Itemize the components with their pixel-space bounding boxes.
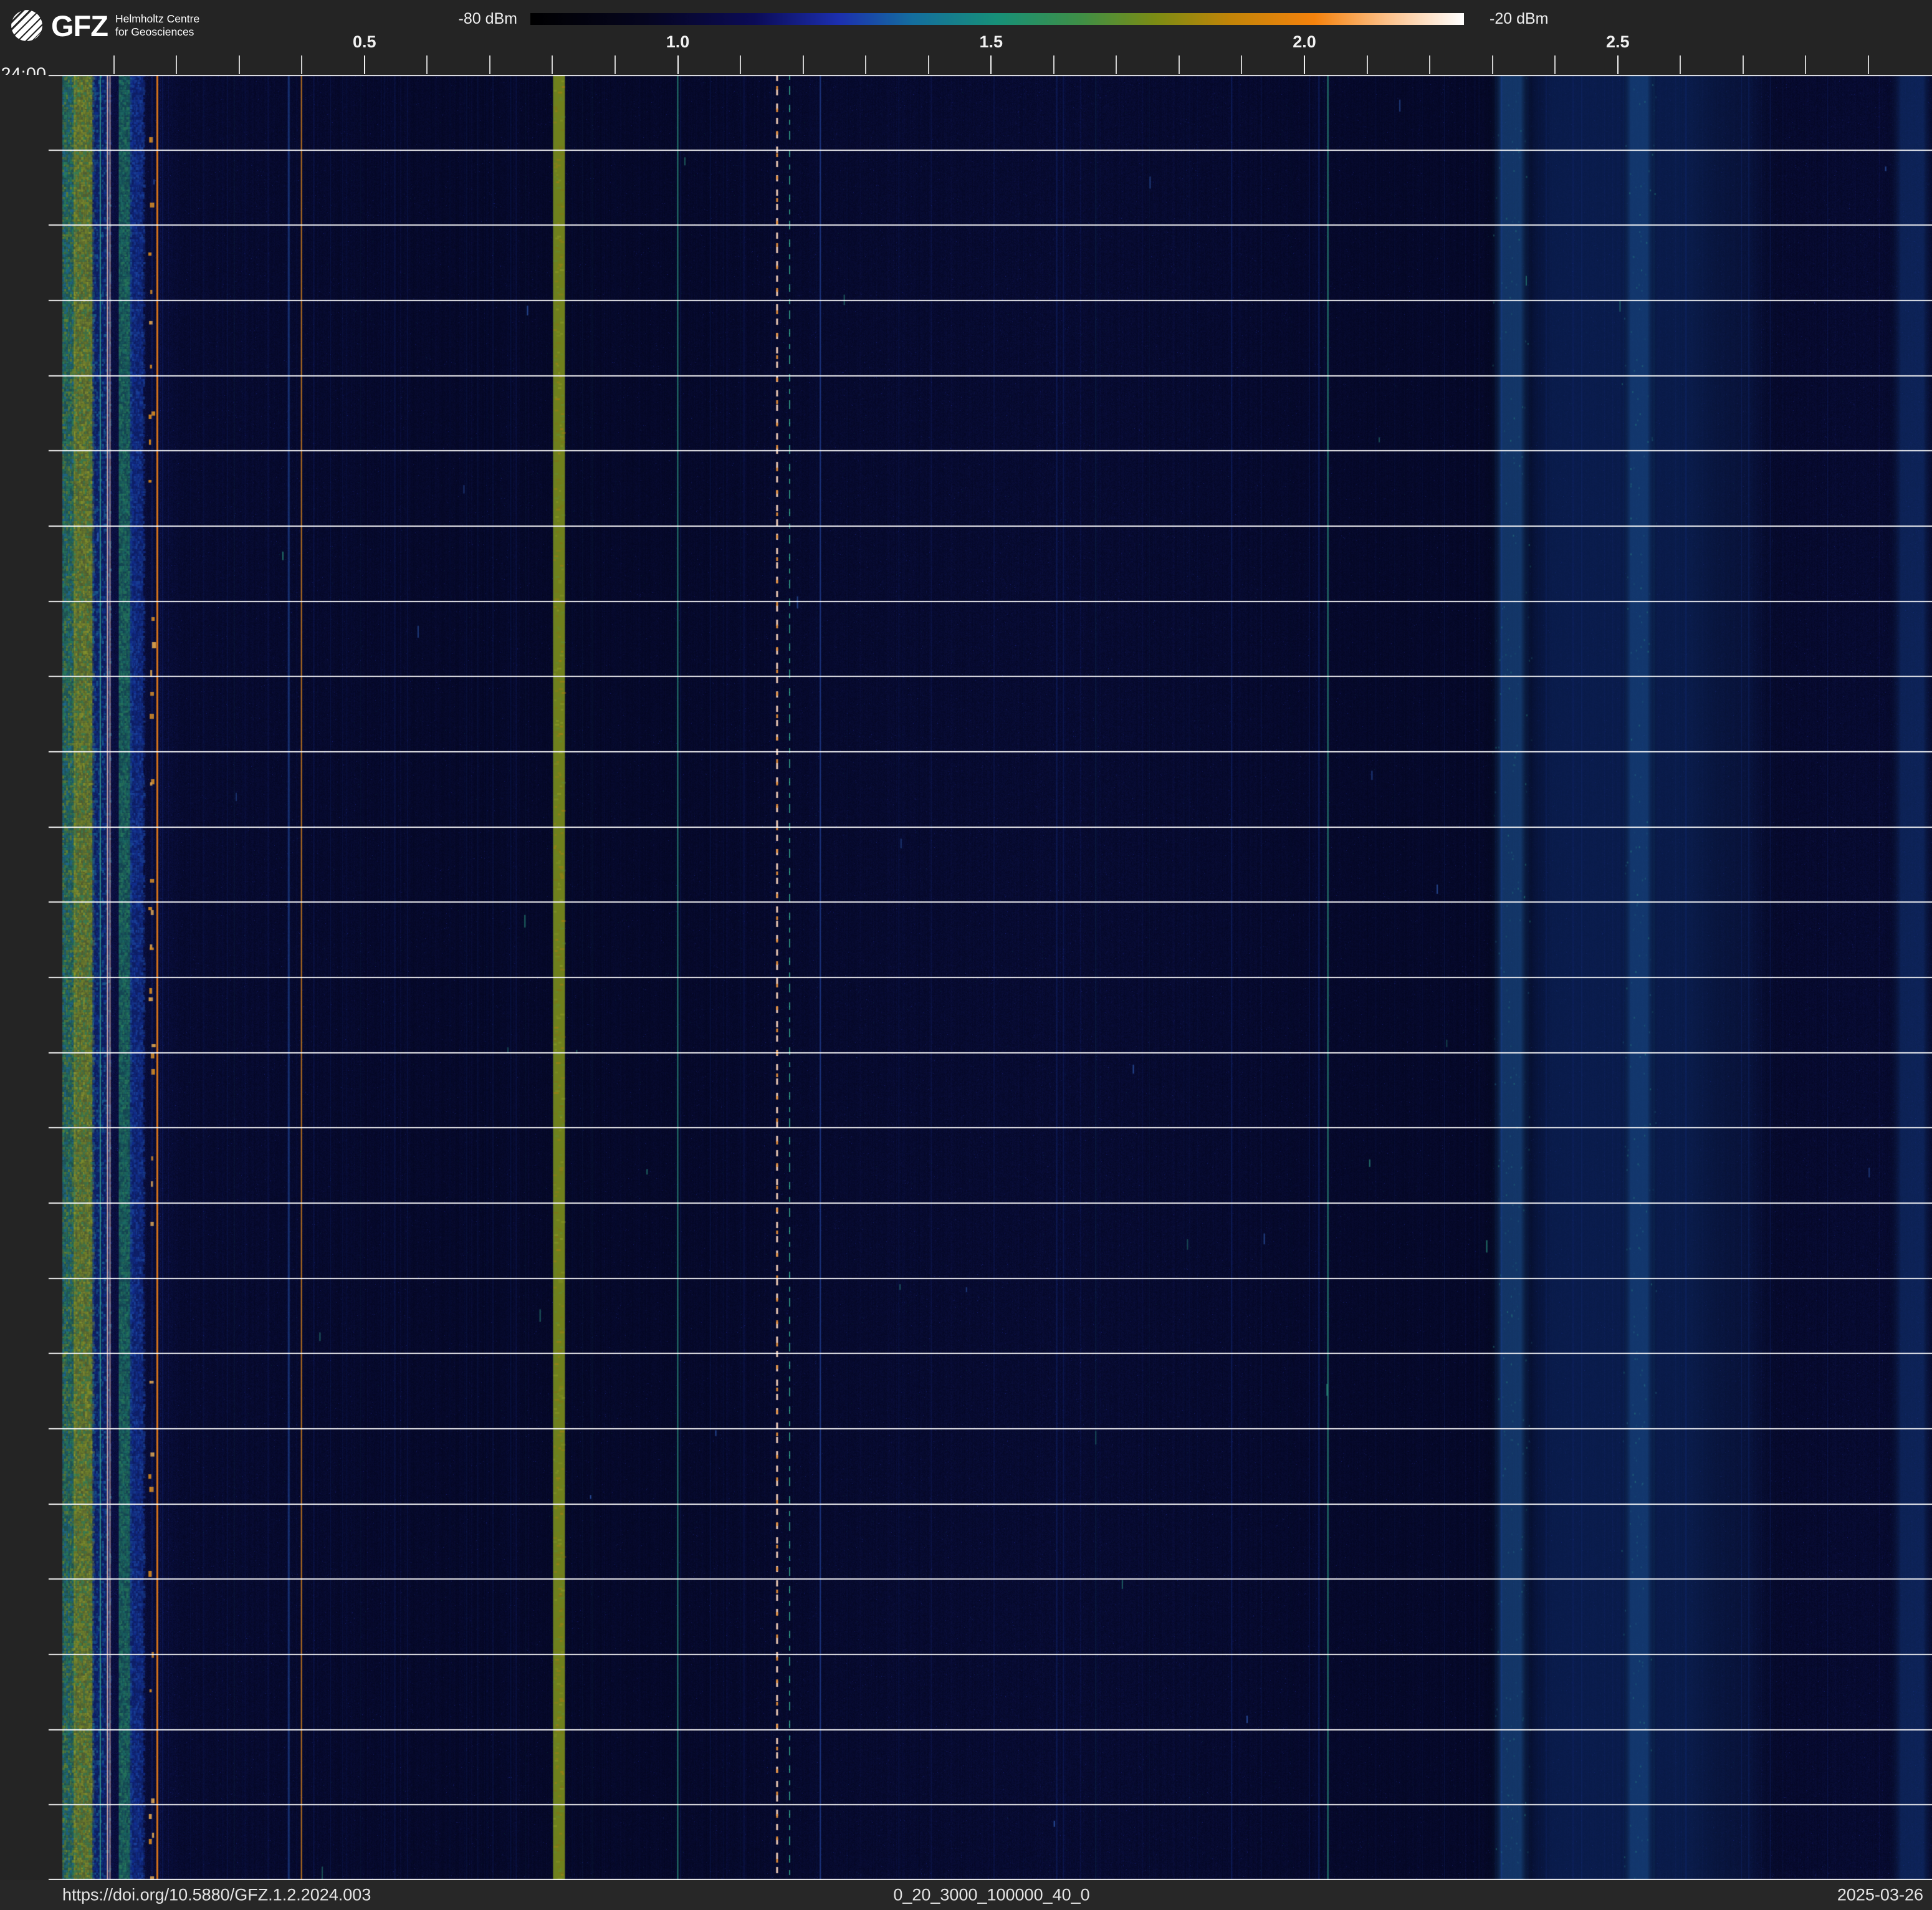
frequency-tick [301, 55, 302, 74]
frequency-tick [865, 55, 866, 74]
frequency-tick [1617, 55, 1619, 74]
frequency-tick [426, 55, 428, 74]
frequency-tick [1680, 55, 1681, 74]
frequency-tick [990, 55, 992, 74]
frequency-tick-label: 1.0 [650, 32, 706, 52]
frequency-tick [552, 55, 553, 74]
frequency-tick [1868, 55, 1869, 74]
frequency-tick [1743, 55, 1744, 74]
spectrogram-page: GFZ Helmholtz Centre for Geosciences -80… [0, 0, 1932, 1910]
frequency-tick [239, 55, 240, 74]
frequency-tick [1367, 55, 1368, 74]
date-text: 2025-03-26 [1837, 1886, 1923, 1905]
frequency-tick [1241, 55, 1242, 74]
frequency-tick [1492, 55, 1493, 74]
frequency-tick [615, 55, 616, 74]
frequency-tick [1805, 55, 1806, 74]
frequency-tick [1554, 55, 1556, 74]
dataset-id-text: 0_20_3000_100000_40_0 [51, 1886, 1932, 1905]
frequency-tick [677, 55, 679, 74]
frequency-tick [176, 55, 177, 74]
frequency-tick [1304, 55, 1305, 74]
footer-bar: https://doi.org/10.5880/GFZ.1.2.2024.003… [0, 1880, 1932, 1910]
frequency-tick [740, 55, 741, 74]
frequency-tick [489, 55, 490, 74]
frequency-tick-label: 0.5 [337, 32, 393, 52]
frequency-tick [1179, 55, 1180, 74]
frequency-tick-label: 2.5 [1590, 32, 1646, 52]
frequency-tick-label: 1.5 [963, 32, 1019, 52]
frequency-tick-label: 2.0 [1276, 32, 1332, 52]
frequency-tick [364, 55, 365, 74]
frequency-tick [1116, 55, 1117, 74]
frequency-tick [1429, 55, 1430, 74]
frequency-tick [113, 55, 115, 74]
spectrogram-canvas [0, 75, 1932, 1880]
frequency-tick [1053, 55, 1054, 74]
frequency-tick [928, 55, 929, 74]
frequency-tick [803, 55, 804, 74]
frequency-axis: 0.5 1.0 1.5 2.0 2.5 [0, 0, 1932, 75]
